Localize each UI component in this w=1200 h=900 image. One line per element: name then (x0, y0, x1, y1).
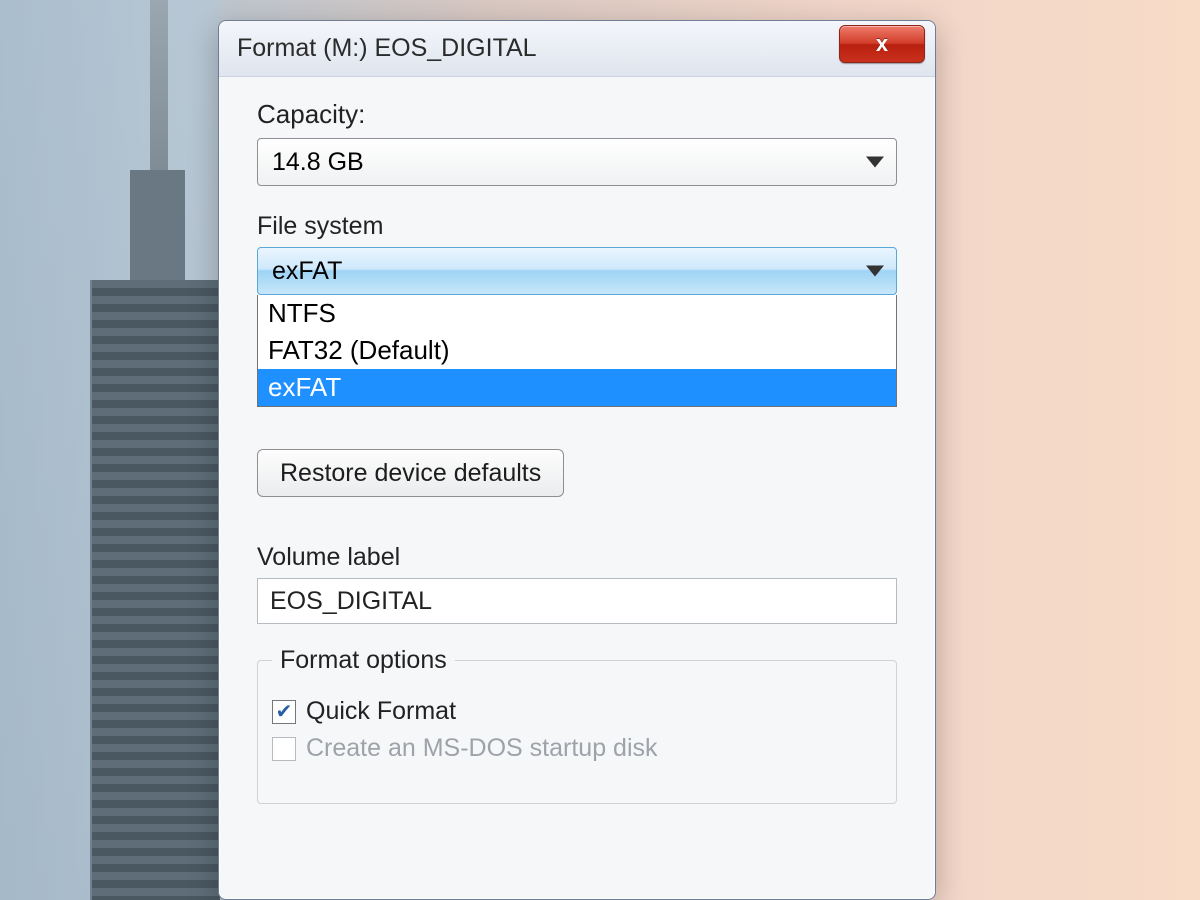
format-options-legend: Format options (272, 646, 455, 675)
filesystem-option-fat32[interactable]: FAT32 (Default) (258, 332, 896, 369)
msdos-checkbox: ✔ (272, 737, 296, 761)
volume-label-label: Volume label (257, 543, 897, 572)
format-options-group: Format options ✔ Quick Format ✔ Create a… (257, 646, 897, 804)
restore-defaults-label: Restore device defaults (280, 459, 541, 488)
wallpaper-antenna (150, 0, 168, 180)
restore-defaults-button[interactable]: Restore device defaults (257, 449, 564, 497)
quick-format-checkbox[interactable]: ✔ (272, 700, 296, 724)
capacity-label: Capacity: (257, 99, 897, 130)
filesystem-option-exfat[interactable]: exFAT (258, 369, 896, 406)
quick-format-label: Quick Format (306, 697, 456, 726)
close-icon: x (876, 31, 888, 57)
dialog-title: Format (M:) EOS_DIGITAL (237, 34, 537, 63)
quick-format-row: ✔ Quick Format (272, 697, 882, 726)
titlebar[interactable]: Format (M:) EOS_DIGITAL x (219, 21, 935, 77)
chevron-down-icon (866, 266, 884, 277)
capacity-value: 14.8 GB (272, 148, 364, 177)
filesystem-option-ntfs[interactable]: NTFS (258, 295, 896, 332)
wallpaper-area (0, 0, 220, 900)
chevron-down-icon (866, 157, 884, 168)
capacity-select[interactable]: 14.8 GB (257, 138, 897, 186)
filesystem-dropdown: NTFS FAT32 (Default) exFAT (257, 295, 897, 407)
wallpaper-tower (90, 280, 220, 900)
wallpaper-tower-top (130, 170, 185, 290)
msdos-label: Create an MS-DOS startup disk (306, 734, 658, 763)
filesystem-select[interactable]: exFAT (257, 247, 897, 295)
close-button[interactable]: x (839, 25, 925, 63)
msdos-row: ✔ Create an MS-DOS startup disk (272, 734, 882, 763)
volume-label-input[interactable] (257, 578, 897, 624)
filesystem-label: File system (257, 212, 897, 241)
format-dialog: Format (M:) EOS_DIGITAL x Capacity: 14.8… (218, 20, 936, 900)
dialog-body: Capacity: 14.8 GB File system exFAT NTFS… (219, 77, 935, 804)
filesystem-value: exFAT (272, 257, 342, 286)
